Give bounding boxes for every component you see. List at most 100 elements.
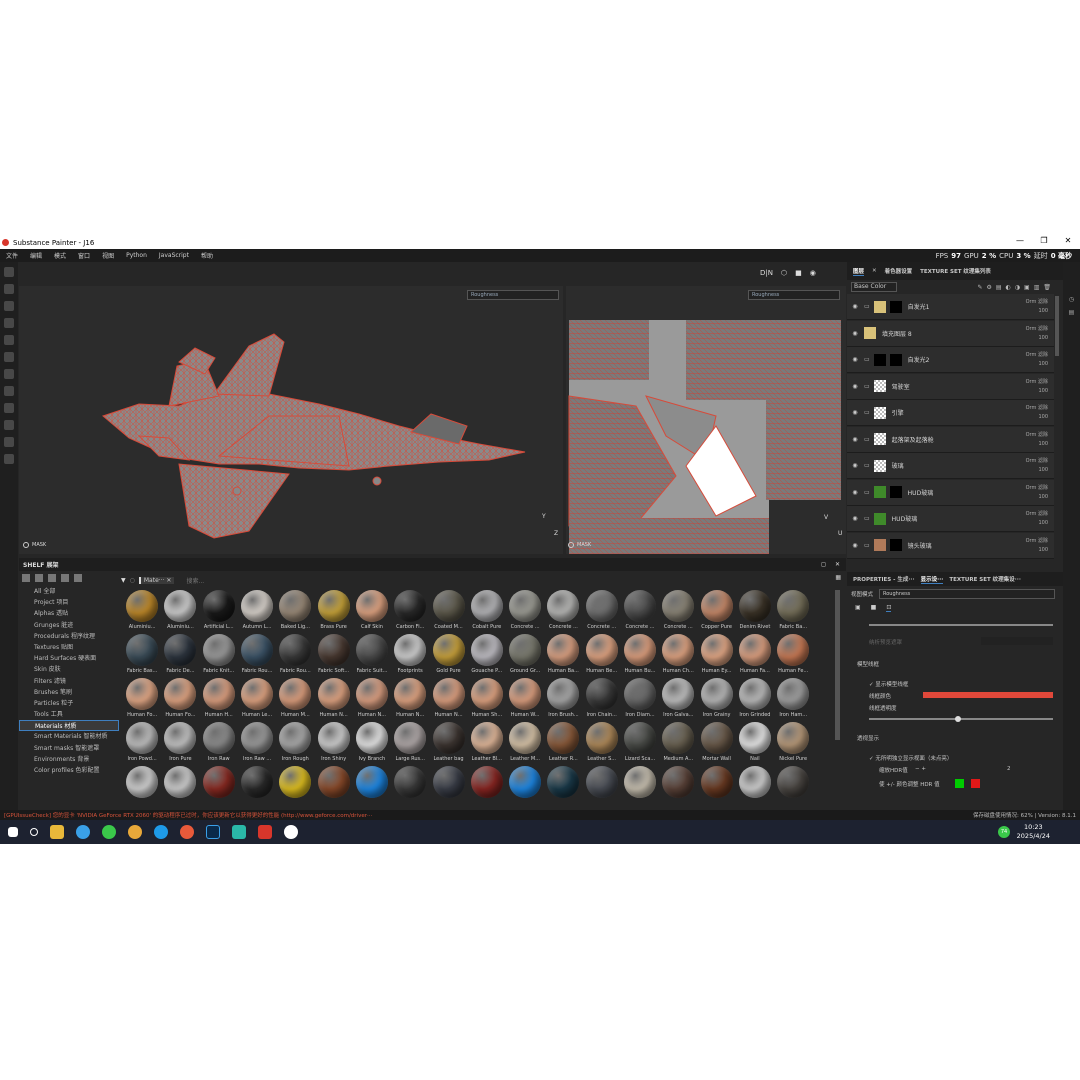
layer-name[interactable]: 引擎 — [892, 408, 904, 417]
cube-view-icon[interactable]: ⬡ — [781, 269, 787, 277]
tab-texture-set-list[interactable]: TEXTURE SET 纹理集列表 — [920, 267, 991, 275]
material-tile[interactable]: Gouache P... — [468, 634, 506, 678]
shelf-category-item[interactable]: Smart masks 智能遮罩 — [19, 743, 119, 754]
viewport3d-channel-select[interactable]: Roughness — [467, 290, 559, 300]
material-tile[interactable]: Human Fo... — [161, 678, 199, 722]
material-tile[interactable]: Human Fe... — [774, 634, 812, 678]
viewport3d-mask-toggle[interactable]: MASK — [23, 542, 46, 548]
notification-badge[interactable]: 74 — [998, 826, 1010, 838]
blend-mode[interactable]: Orm 滤除 — [1026, 351, 1048, 360]
layer-blend-info[interactable]: Orm 滤除 100 — [1026, 510, 1048, 528]
material-tile[interactable]: Human Be... — [583, 634, 621, 678]
shelf-category-item[interactable]: Filters 滤镜 — [19, 676, 119, 687]
material-tile[interactable]: Human H... — [200, 678, 238, 722]
folder-icon[interactable]: ▭ — [864, 383, 870, 390]
hdr-value[interactable]: 2 — [1007, 766, 1011, 772]
photoshop-export-icon[interactable] — [4, 437, 14, 447]
material-tile[interactable] — [468, 766, 506, 810]
projection-icon[interactable] — [4, 301, 14, 311]
shelf-category-item[interactable]: Procedurals 程序纹理 — [19, 631, 119, 642]
layer-name[interactable]: 镜头玻璃 — [908, 541, 932, 550]
material-tile[interactable]: Fabric Rou... — [276, 634, 314, 678]
layer-thumbnail[interactable] — [864, 327, 876, 339]
view-mode-select[interactable]: Roughness — [879, 589, 1055, 599]
folder-icon[interactable]: ▭ — [864, 515, 870, 522]
slider-handle[interactable] — [955, 716, 961, 722]
uv-option-checkbox[interactable]: ✓ 无所明独立显示视面（未点亮） — [869, 754, 952, 762]
material-tile[interactable]: Leather Bl... — [468, 722, 506, 766]
material-tile[interactable] — [200, 766, 238, 810]
folder-icon[interactable]: ▭ — [864, 303, 870, 310]
shelf-category-item[interactable]: Particles 粒子 — [19, 698, 119, 709]
layer-name[interactable]: 起落架及起落舱 — [892, 435, 934, 444]
material-tile[interactable] — [697, 766, 735, 810]
layer-row[interactable]: ◉ ▭ 驾驶室 Orm 滤除 100 — [847, 373, 1054, 400]
slider-top[interactable] — [869, 624, 1053, 626]
material-tile[interactable] — [123, 766, 161, 810]
material-tile[interactable]: Iron Diam... — [621, 678, 659, 722]
layer-blend-info[interactable]: Orm 滤除 100 — [1026, 325, 1048, 343]
layer-row[interactable]: ◉ ▭ 自发光2 Orm 滤除 100 — [847, 347, 1054, 373]
folder-icon[interactable]: ▭ — [864, 489, 870, 496]
layer-mask-thumbnail[interactable] — [889, 539, 902, 551]
layers-icon[interactable] — [4, 403, 14, 413]
channel-select[interactable]: Base Color — [851, 282, 897, 292]
material-tile[interactable] — [391, 766, 429, 810]
circle-toggle-icon[interactable]: ○ — [130, 577, 135, 584]
shelf-search-input[interactable]: 搜索... — [186, 576, 204, 585]
layer-name[interactable]: HUD玻璃 — [908, 488, 934, 497]
material-tile[interactable]: Leather M... — [506, 722, 544, 766]
material-tile[interactable]: Human W... — [506, 678, 544, 722]
browser-icon[interactable] — [76, 825, 90, 839]
new-folder-icon[interactable] — [35, 574, 43, 582]
minimize-button[interactable]: — — [1008, 236, 1032, 245]
visibility-eye-icon[interactable]: ◉ — [850, 542, 860, 549]
layer-blend-info[interactable]: Orm 滤除 100 — [1026, 431, 1048, 449]
shelf-scrollbar[interactable] — [835, 590, 840, 740]
material-tile[interactable] — [583, 766, 621, 810]
eraser-icon[interactable] — [4, 284, 14, 294]
layer-thumbnail[interactable] — [873, 459, 886, 472]
material-tile[interactable]: Cobalt Pure — [468, 590, 506, 634]
layer-thumbnail[interactable] — [873, 300, 886, 313]
camera-icon[interactable]: ■ — [795, 269, 802, 277]
material-tile[interactable]: Baked Lig... — [276, 590, 314, 634]
material-tile[interactable] — [429, 766, 467, 810]
tab-layers[interactable]: 图层 — [853, 267, 865, 276]
visibility-eye-icon[interactable]: ◉ — [850, 462, 860, 469]
layer-opacity[interactable]: 100 — [1026, 440, 1048, 449]
blend-mode[interactable]: Orm 滤除 — [1026, 510, 1048, 519]
settings-icon[interactable] — [4, 386, 14, 396]
color-picker-icon[interactable] — [4, 369, 14, 379]
layer-name[interactable]: 驾驶室 — [892, 382, 910, 391]
layer-blend-info[interactable]: Orm 滤除 100 — [1026, 457, 1048, 475]
hdr-stepper[interactable]: − + — [915, 766, 926, 772]
material-tile[interactable]: Brass Pure — [314, 590, 352, 634]
qq-icon[interactable] — [284, 825, 298, 839]
search-icon[interactable] — [30, 828, 38, 836]
blend-mode[interactable]: Orm 滤除 — [1026, 457, 1048, 466]
layer-blend-info[interactable]: Orm 滤除 100 — [1026, 378, 1048, 396]
screenshot-icon[interactable]: ◉ — [810, 269, 816, 277]
3dsmax-icon[interactable] — [232, 825, 246, 839]
layer-blend-info[interactable]: Orm 滤除 100 — [1026, 298, 1048, 316]
folder-icon[interactable]: ▭ — [864, 409, 870, 416]
tab-shader-settings[interactable]: 着色器设置 — [885, 267, 913, 275]
material-tile[interactable] — [659, 766, 697, 810]
layer-row[interactable]: ◉ ▭ 起落架及起落舱 Orm 滤除 100 — [847, 426, 1054, 453]
layer-thumbnail[interactable] — [873, 353, 886, 366]
folder-icon[interactable] — [22, 574, 30, 582]
wire-color-swatch[interactable] — [923, 692, 1053, 698]
tab-properties[interactable]: PROPERTIES - 生成··· — [853, 575, 915, 583]
visibility-eye-icon[interactable]: ◉ — [850, 303, 860, 310]
grid-view-icon[interactable]: ▦ — [835, 574, 841, 581]
material-tile[interactable]: Iron Shiny — [314, 722, 352, 766]
shelf-category-item[interactable]: Materials 材质 — [19, 720, 119, 732]
shelf-category-item[interactable]: Tools 工具 — [19, 709, 119, 720]
shelf-close-icon[interactable]: ✕ — [835, 561, 840, 568]
file-explorer-icon[interactable] — [50, 825, 64, 839]
layer-opacity[interactable]: 100 — [1026, 387, 1048, 396]
layer-opacity[interactable]: 100 — [1026, 360, 1048, 369]
blend-mode[interactable]: Orm 滤除 — [1026, 378, 1048, 387]
layer-opacity[interactable]: 100 — [1026, 519, 1048, 528]
